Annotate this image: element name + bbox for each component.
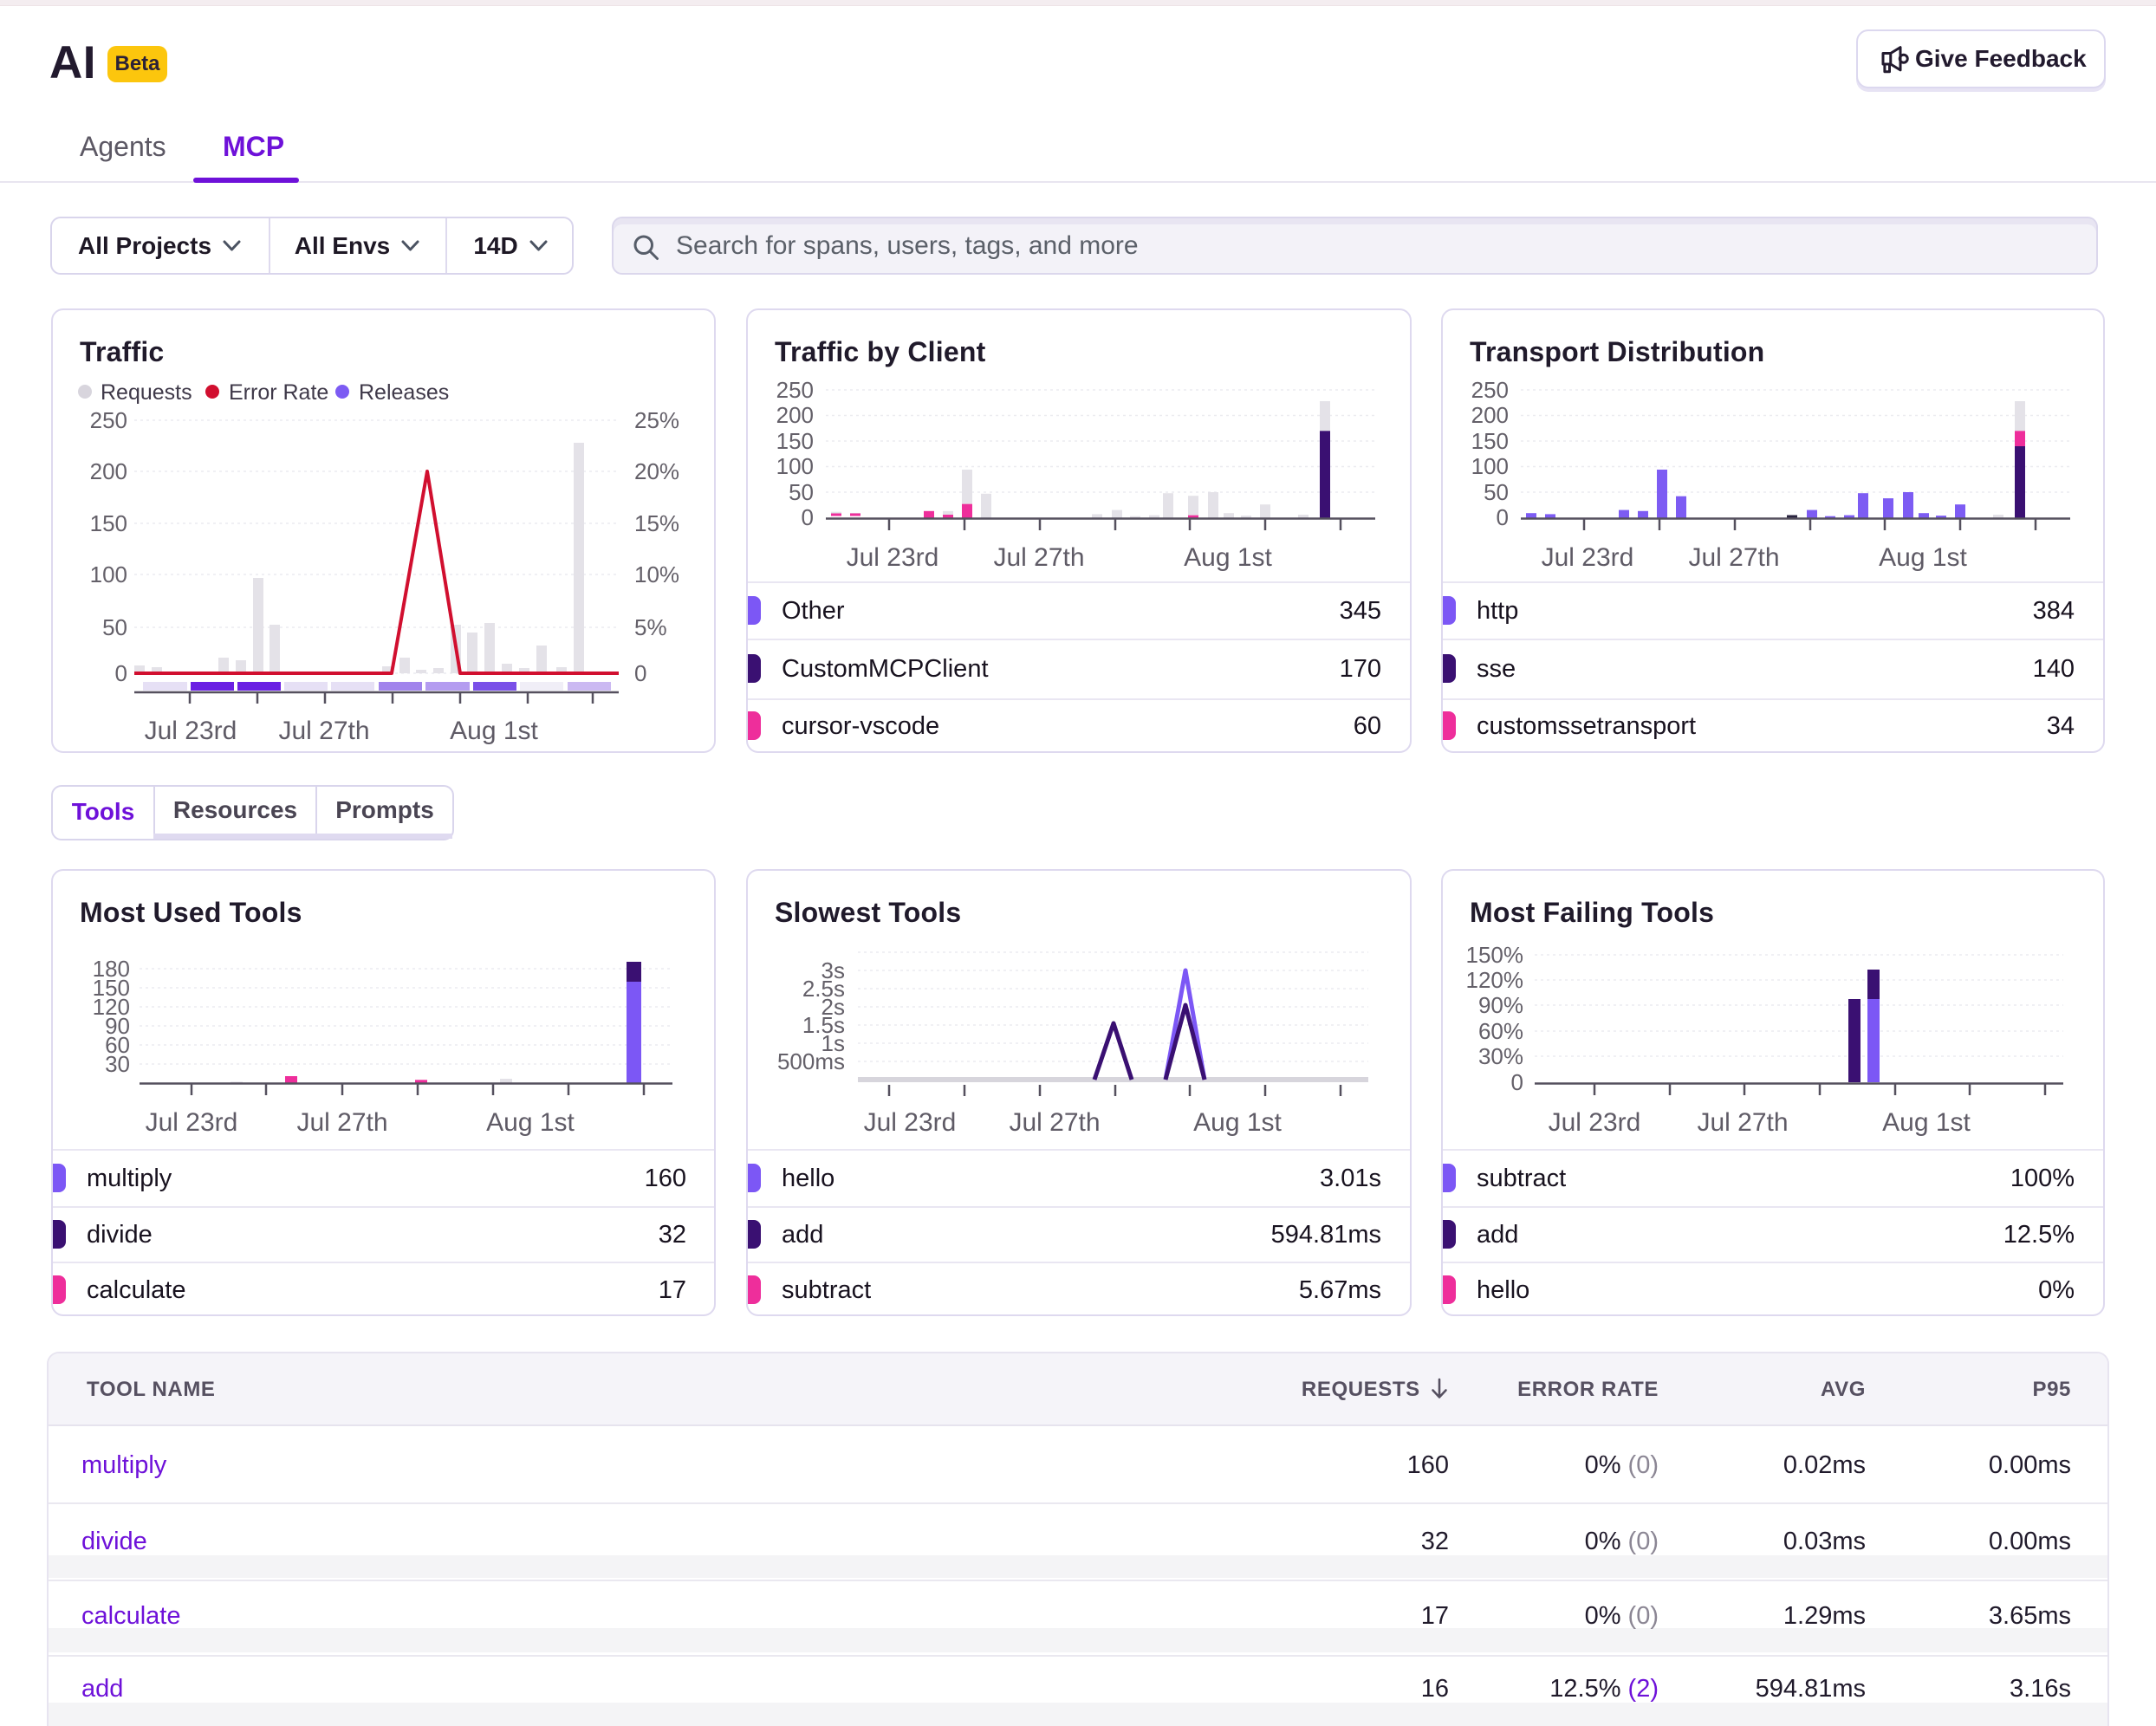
svg-text:Aug 1st: Aug 1st [450, 717, 538, 745]
svg-text:Jul 27th: Jul 27th [1688, 543, 1779, 572]
svg-text:250: 250 [776, 377, 814, 403]
svg-text:Jul 23rd: Jul 23rd [864, 1108, 957, 1137]
svg-text:Jul 27th: Jul 27th [1697, 1108, 1788, 1137]
svg-text:250: 250 [1471, 377, 1509, 403]
svg-text:200: 200 [1471, 402, 1509, 428]
svg-text:0: 0 [634, 660, 646, 686]
svg-text:100: 100 [1471, 453, 1509, 479]
svg-text:Aug 1st: Aug 1st [486, 1108, 575, 1137]
svg-text:Jul 27th: Jul 27th [993, 543, 1084, 572]
svg-text:200: 200 [776, 402, 814, 428]
svg-text:Aug 1st: Aug 1st [1184, 543, 1272, 572]
svg-text:60%: 60% [1478, 1018, 1523, 1044]
svg-text:15%: 15% [634, 510, 679, 536]
svg-text:Jul 23rd: Jul 23rd [146, 1108, 238, 1137]
svg-text:150: 150 [90, 510, 127, 536]
svg-text:250: 250 [90, 407, 127, 433]
svg-text:120%: 120% [1466, 967, 1524, 993]
svg-text:50: 50 [1484, 479, 1509, 505]
svg-text:30: 30 [105, 1051, 130, 1077]
svg-text:10%: 10% [634, 561, 679, 587]
svg-text:Jul 27th: Jul 27th [296, 1108, 387, 1137]
svg-text:200: 200 [90, 458, 127, 484]
svg-text:150%: 150% [1466, 942, 1524, 968]
svg-text:150: 150 [776, 428, 814, 454]
svg-text:0: 0 [1511, 1069, 1523, 1095]
svg-text:Jul 27th: Jul 27th [278, 717, 369, 745]
svg-text:Jul 27th: Jul 27th [1009, 1108, 1100, 1137]
svg-text:30%: 30% [1478, 1043, 1523, 1069]
svg-text:50: 50 [789, 479, 814, 505]
svg-text:Aug 1st: Aug 1st [1193, 1108, 1282, 1137]
svg-text:Aug 1st: Aug 1st [1882, 1108, 1971, 1137]
svg-text:Releases: Releases [359, 380, 449, 405]
svg-text:50: 50 [102, 614, 127, 640]
svg-text:100: 100 [90, 561, 127, 587]
svg-text:20%: 20% [634, 458, 679, 484]
svg-text:Requests: Requests [101, 380, 192, 405]
svg-text:Error Rate: Error Rate [229, 380, 328, 405]
svg-text:Jul 23rd: Jul 23rd [1549, 1108, 1641, 1137]
svg-text:0: 0 [115, 660, 127, 686]
svg-text:Jul 23rd: Jul 23rd [145, 717, 237, 745]
svg-text:Jul 23rd: Jul 23rd [1542, 543, 1634, 572]
svg-text:Aug 1st: Aug 1st [1879, 543, 1967, 572]
svg-text:0: 0 [802, 504, 814, 530]
svg-text:Jul 23rd: Jul 23rd [847, 543, 939, 572]
svg-text:0: 0 [1497, 504, 1509, 530]
svg-text:100: 100 [776, 453, 814, 479]
svg-text:25%: 25% [634, 407, 679, 433]
svg-text:500ms: 500ms [777, 1048, 845, 1074]
svg-text:150: 150 [1471, 428, 1509, 454]
svg-text:90%: 90% [1478, 992, 1523, 1018]
svg-text:5%: 5% [634, 614, 667, 640]
